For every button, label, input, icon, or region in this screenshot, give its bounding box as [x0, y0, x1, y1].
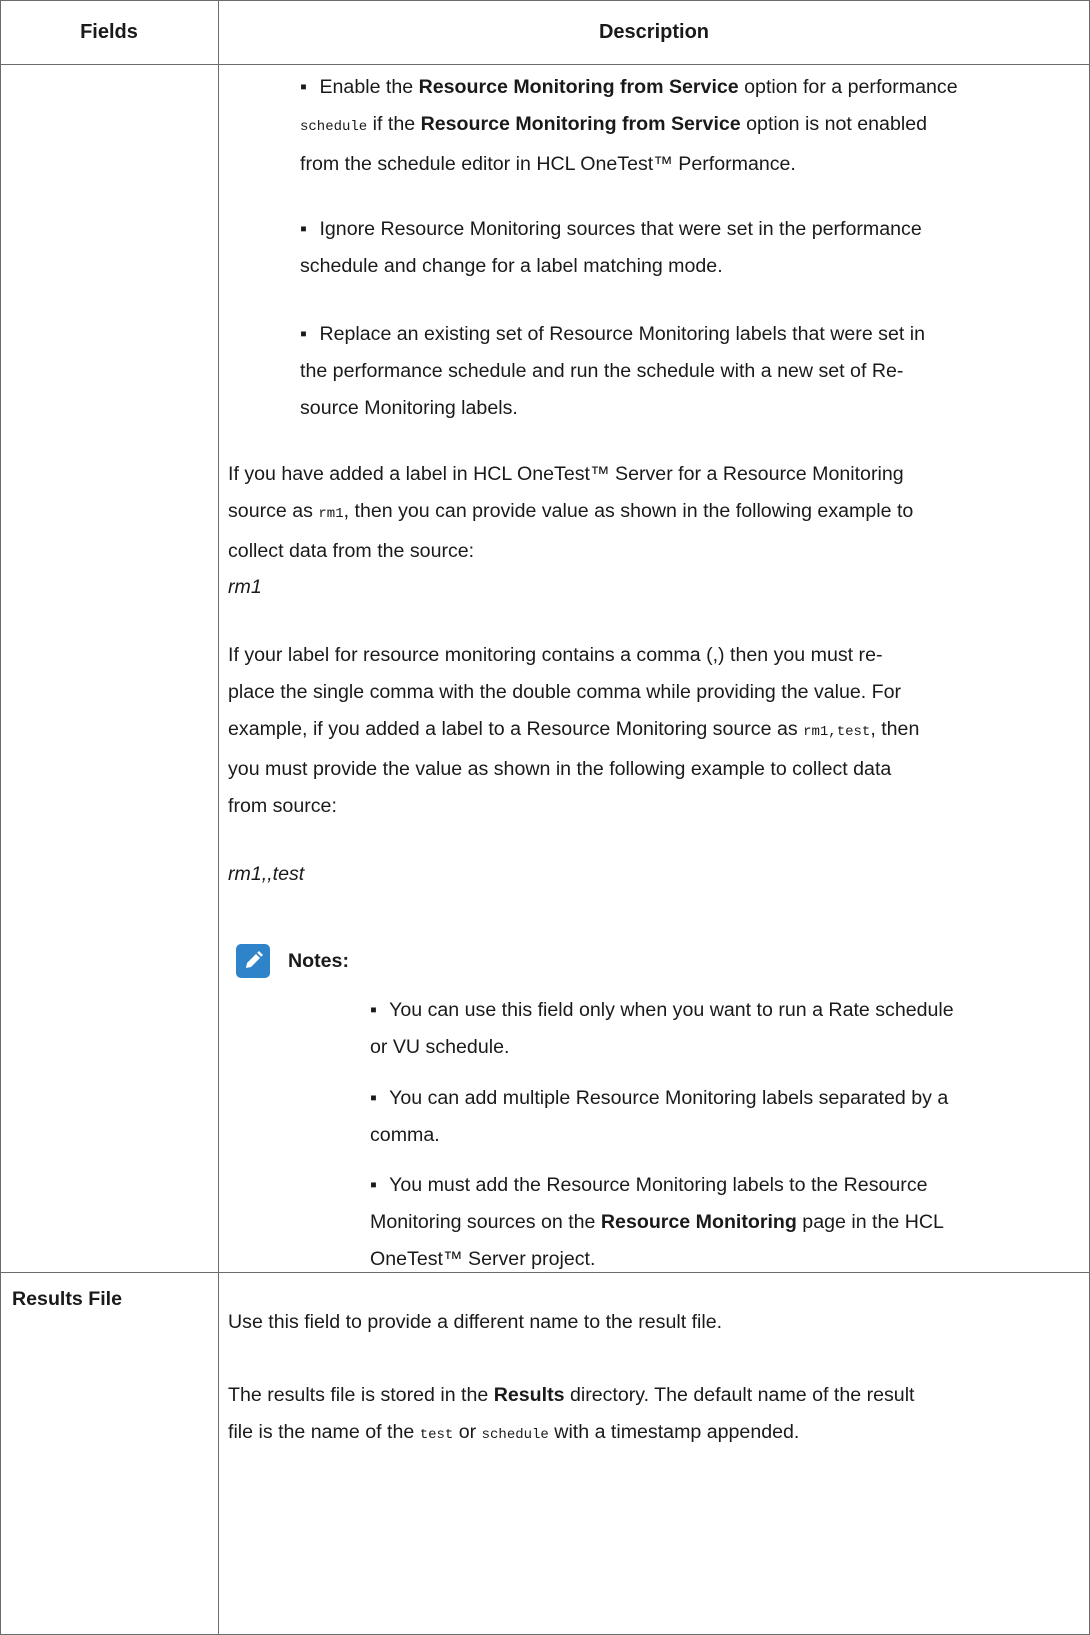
field-results-file: Results File: [12, 1288, 122, 1310]
results-file-paragraph: Use this field to provide a different na…: [228, 1311, 723, 1333]
bullet-item-replace: ▪ Replace an existing set of Resource Mo…: [300, 323, 926, 419]
bullet-item-ignore: ▪ Ignore Resource Monitoring sources tha…: [300, 218, 922, 277]
note-item-rate: ▪ You can use this field only when you w…: [370, 999, 954, 1058]
column-divider: [218, 0, 219, 1635]
example-rm1-test: rm1,,test: [228, 863, 305, 885]
header-description: Description: [598, 20, 710, 43]
header-bottom-border: [0, 64, 1090, 65]
fields-table: Fields Description ▪ Enable the Resource…: [0, 0, 1090, 1635]
note-item-multiple: ▪ You can add multiple Resource Monitori…: [370, 1087, 949, 1146]
note-item-add-labels: ▪ You must add the Resource Monitoring l…: [370, 1174, 944, 1270]
header-fields: Fields: [80, 20, 138, 43]
pencil-icon: [236, 944, 270, 978]
comma-paragraph: If your label for resource monitoring co…: [228, 644, 920, 817]
example-rm1: rm1: [228, 576, 262, 598]
table-left-border: [0, 0, 1, 1635]
label-paragraph: If you have added a label in HCL OneTest…: [228, 463, 914, 562]
notes-title: Notes:: [288, 950, 349, 972]
results-directory-paragraph: The results file is stored in the Result…: [228, 1384, 915, 1443]
bullet-item-enable: ▪ Enable the Resource Monitoring from Se…: [300, 76, 958, 175]
